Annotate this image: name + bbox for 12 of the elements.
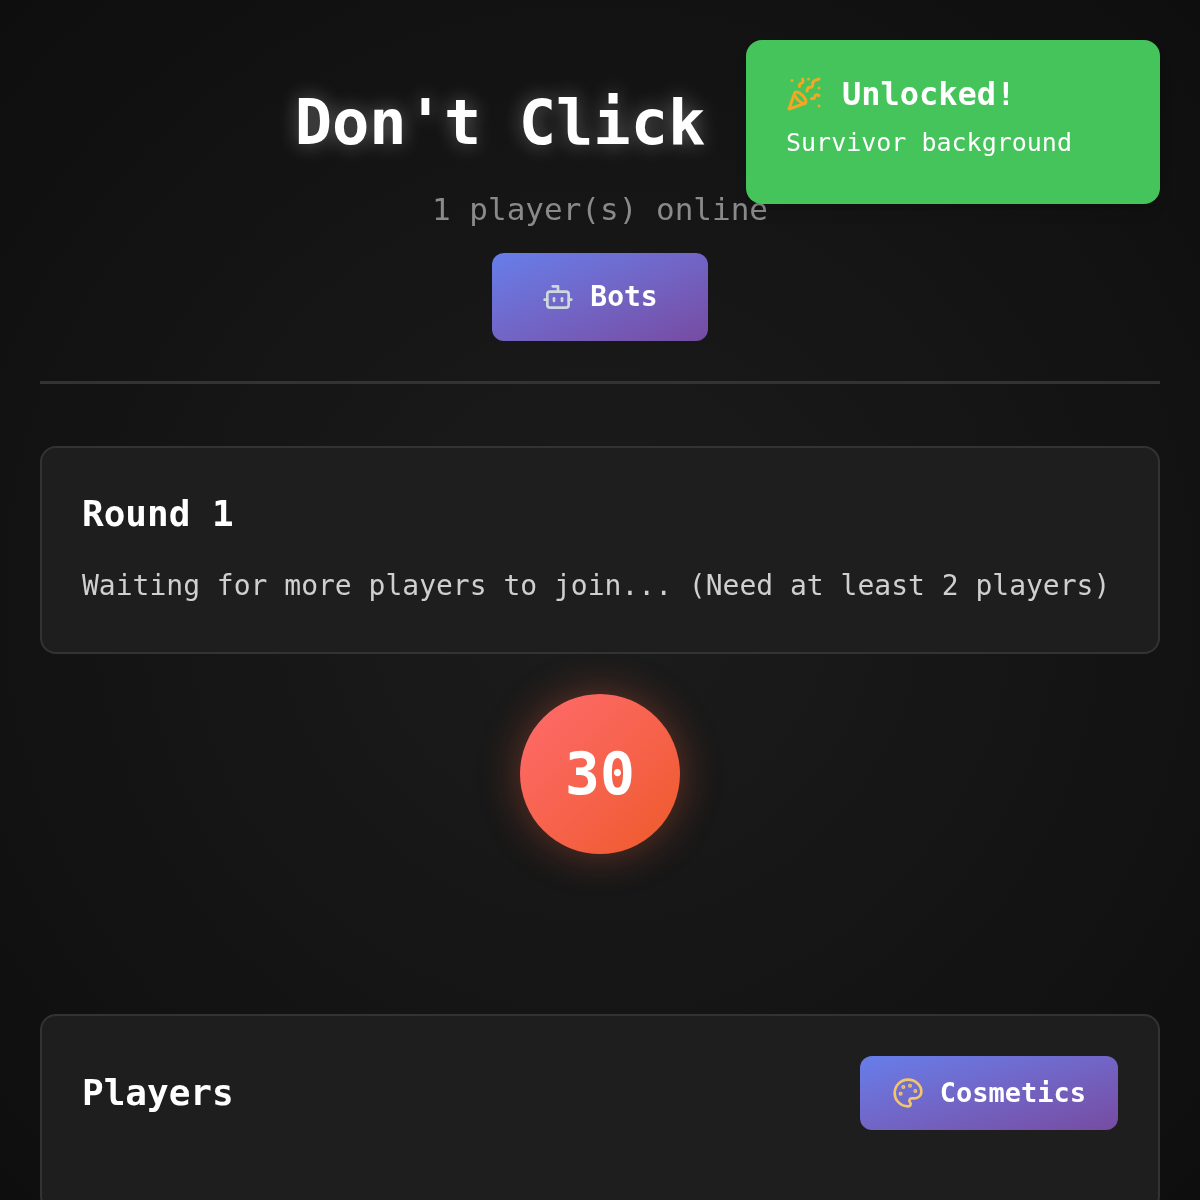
online-count: 1 player(s) online: [432, 194, 768, 225]
round-status: Waiting for more players to join... (Need at least 2 players): [82, 568, 1112, 604]
round-title: Round 1: [82, 496, 235, 532]
toast-message: Survivor background: [786, 130, 1073, 155]
cosmetics-button[interactable]: Cosmetics: [859, 1056, 1118, 1130]
page-title: Don't Click: [294, 92, 706, 154]
players-title: Players: [82, 1075, 234, 1111]
toast-title: Unlocked!: [842, 78, 1016, 110]
palette-icon: [891, 1077, 924, 1109]
party-popper-icon: [786, 76, 822, 112]
countdown-timer: 30: [520, 694, 680, 854]
bots-button[interactable]: Bots: [492, 253, 708, 341]
